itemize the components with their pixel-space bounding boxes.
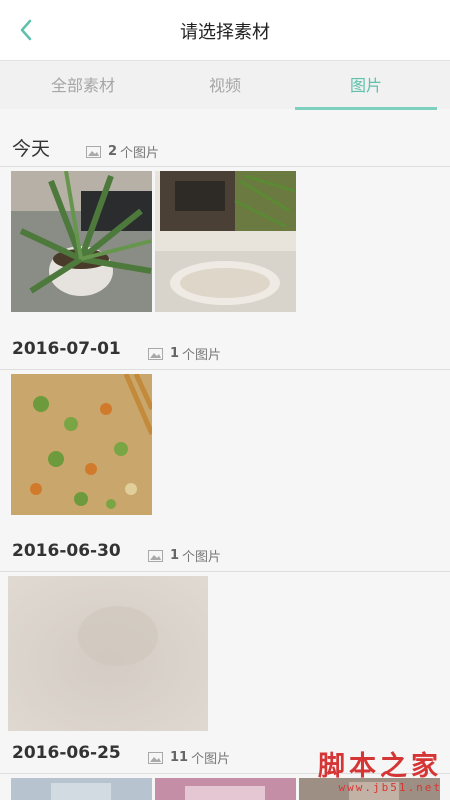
group-date: 2016-06-25 (12, 743, 121, 763)
group-count: 1 个图片 (148, 344, 221, 363)
count-label: 个图片 (182, 348, 222, 363)
count-number: 2 (108, 144, 118, 159)
count-label: 个图片 (120, 146, 160, 161)
tab-all-materials[interactable]: 全部素材 (12, 61, 154, 109)
group-count: 11 个图片 (148, 748, 230, 767)
image-icon (148, 751, 163, 764)
media-list[interactable]: 今天 2 个图片 2016-07-01 1 个图片 2016-06-30 1 个… (0, 110, 450, 800)
count-label: 个图片 (191, 752, 231, 767)
count-number: 1 (170, 346, 180, 361)
top-bar: 请选择素材 (0, 0, 450, 61)
photo-thumbnail[interactable] (155, 778, 296, 800)
watermark: 脚本之家 www.jb51.net (318, 751, 442, 795)
tab-videos[interactable]: 视频 (154, 61, 296, 109)
page-title: 请选择素材 (180, 22, 270, 43)
photo-thumbnail-aloe[interactable] (11, 171, 152, 312)
tab-bar: 全部素材 视频 图片 (0, 61, 450, 109)
photo-thumbnail-lunchbox[interactable] (155, 171, 296, 312)
group-date-today: 今天 (12, 138, 51, 160)
watermark-title: 脚本之家 (318, 751, 442, 782)
watermark-url: www.jb51.net (338, 781, 442, 794)
count-label: 个图片 (182, 550, 222, 565)
image-icon (148, 549, 163, 562)
divider (0, 166, 450, 167)
count-number: 1 (170, 548, 180, 563)
group-date: 2016-07-01 (12, 339, 121, 359)
image-icon (148, 347, 163, 360)
photo-thumbnail-fried-rice[interactable] (11, 374, 152, 515)
photo-thumbnail[interactable] (11, 778, 152, 800)
divider (0, 369, 450, 370)
group-count: 2 个图片 (86, 142, 159, 161)
tab-images[interactable]: 图片 (295, 61, 437, 109)
group-count: 1 个图片 (148, 546, 221, 565)
count-number: 11 (170, 750, 189, 765)
group-date: 2016-06-30 (12, 541, 121, 561)
divider (0, 571, 450, 572)
photo-thumbnail-blurred[interactable] (8, 576, 208, 731)
image-icon (86, 145, 101, 158)
